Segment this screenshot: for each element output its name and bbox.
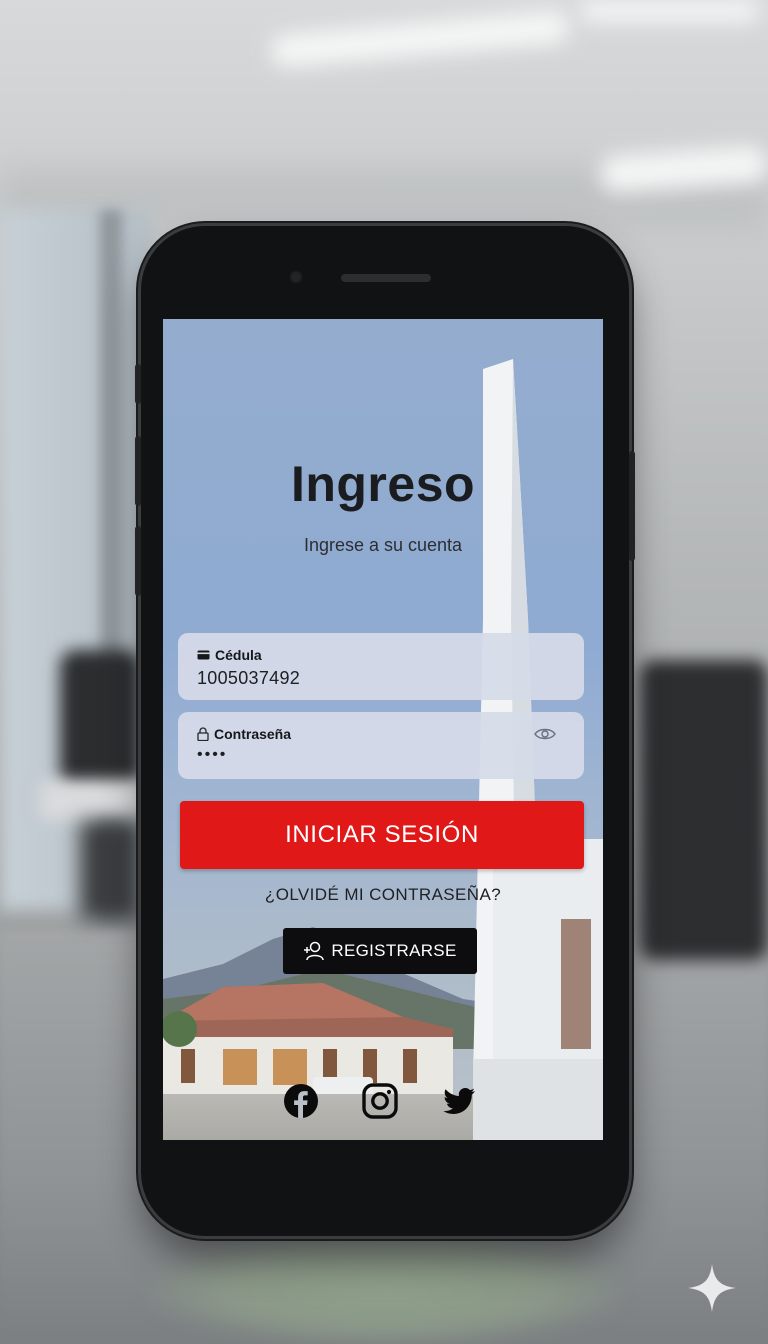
register-label: REGISTRARSE [331,941,457,960]
password-input[interactable]: •••• [197,746,227,764]
id-number-field[interactable]: Cédula 1005037492 [178,633,584,700]
twitter-icon[interactable] [441,1083,477,1119]
sparkle-icon [688,1264,736,1312]
password-label-row: Contraseña [197,726,291,742]
app-screen: Ingreso Ingrese a su cuenta Cédula 10050… [163,319,603,1140]
password-field[interactable]: Contraseña •••• [178,712,584,779]
page-title: Ingreso [290,456,476,512]
social-links [163,1083,603,1123]
id-card-icon [197,650,210,660]
id-number-input[interactable]: 1005037492 [197,668,300,689]
lock-icon [197,727,209,741]
phone-frame: Ingreso Ingrese a su cuenta Cédula 10050… [135,226,635,1236]
forgot-password-link[interactable]: ¿OLVIDÉ MI CONTRASEÑA? [163,885,603,905]
front-camera [289,270,303,284]
eye-icon[interactable] [534,727,556,741]
add-user-icon [304,941,325,961]
earpiece-speaker [341,274,431,282]
facebook-icon[interactable] [283,1083,319,1119]
id-number-label: Cédula [215,647,262,663]
instagram-icon[interactable] [362,1083,398,1119]
password-label: Contraseña [214,726,292,742]
register-button[interactable]: REGISTRARSE [283,928,477,974]
page-subtitle: Ingrese a su cuenta [303,535,463,555]
id-number-label-row: Cédula [197,647,262,663]
login-button[interactable]: INICIAR SESIÓN [180,801,584,869]
